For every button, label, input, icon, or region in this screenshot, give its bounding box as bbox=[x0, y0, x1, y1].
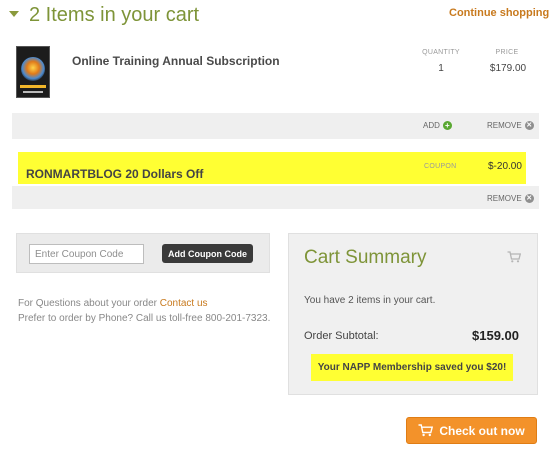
close-circle-icon: ✕ bbox=[524, 194, 534, 204]
quantity-value: 1 bbox=[438, 63, 444, 74]
price-header: PRICE bbox=[495, 49, 519, 56]
cart-title: 2 Items in your cart bbox=[29, 4, 200, 26]
add-item-button[interactable]: ADD + bbox=[423, 121, 452, 131]
remove-label: REMOVE bbox=[487, 194, 522, 203]
quantity-header: QUANTITY bbox=[422, 49, 460, 56]
remove-item-button[interactable]: REMOVE ✕ bbox=[487, 121, 534, 131]
add-label: ADD bbox=[423, 121, 440, 130]
collapse-caret-icon[interactable] bbox=[9, 11, 19, 17]
plus-circle-icon: + bbox=[442, 121, 452, 131]
coupon-actions-bar bbox=[12, 186, 539, 209]
coupon-label: COUPON bbox=[424, 163, 457, 170]
product-thumbnail bbox=[16, 46, 50, 98]
questions-label: For Questions about your order bbox=[18, 298, 157, 309]
cart-item-count: You have 2 items in your cart. bbox=[304, 295, 436, 306]
remove-label: REMOVE bbox=[487, 121, 522, 130]
price-value: $179.00 bbox=[489, 63, 527, 74]
cart-icon bbox=[418, 424, 434, 437]
phone-order-text: Prefer to order by Phone? Call us toll-f… bbox=[18, 313, 271, 324]
subtotal-label: Order Subtotal: bbox=[304, 330, 379, 342]
coupon-code-input[interactable] bbox=[29, 244, 144, 264]
subtotal-value: $159.00 bbox=[472, 328, 519, 343]
continue-shopping-link[interactable]: Continue shopping bbox=[449, 7, 549, 19]
item-actions-bar bbox=[12, 113, 539, 139]
remove-coupon-button[interactable]: REMOVE ✕ bbox=[487, 194, 534, 204]
cart-summary-title: Cart Summary bbox=[304, 247, 427, 268]
questions-text: For Questions about your order Contact u… bbox=[18, 298, 208, 309]
coupon-amount: $-20.00 bbox=[488, 161, 522, 172]
contact-us-link[interactable]: Contact us bbox=[160, 298, 208, 309]
close-circle-icon: ✕ bbox=[524, 121, 534, 131]
cart-icon bbox=[507, 250, 522, 268]
checkout-button[interactable]: Check out now bbox=[406, 417, 537, 444]
product-name: Online Training Annual Subscription bbox=[72, 54, 280, 68]
checkout-label: Check out now bbox=[439, 423, 525, 438]
coupon-name: RONMARTBLOG 20 Dollars Off bbox=[26, 167, 204, 181]
add-coupon-button[interactable]: Add Coupon Code bbox=[162, 244, 253, 263]
membership-savings-text: Your NAPP Membership saved you $20! bbox=[317, 362, 507, 373]
